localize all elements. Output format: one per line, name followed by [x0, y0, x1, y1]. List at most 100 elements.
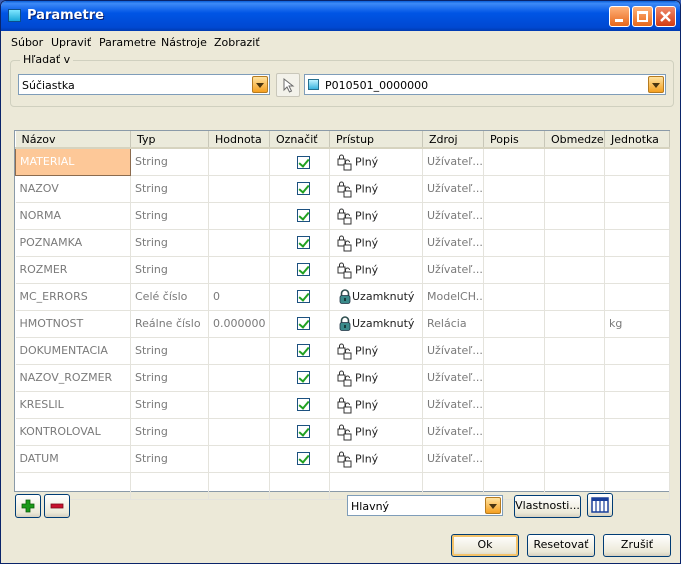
cell-source[interactable]: Užívateľ... — [422, 256, 484, 284]
menu-view[interactable]: Zobraziť — [214, 36, 260, 49]
table-row[interactable]: NORMA String Plný Užívateľ... — [15, 202, 670, 230]
cell-restriction[interactable] — [544, 283, 605, 311]
cell-unit[interactable]: kg — [604, 310, 670, 338]
add-parameter-button[interactable] — [15, 494, 41, 518]
cell-restriction[interactable] — [544, 229, 605, 257]
designate-checkbox[interactable] — [297, 263, 310, 277]
cell-value[interactable] — [208, 364, 270, 392]
table-row[interactable]: DATUM String Plný Užívateľ... — [15, 445, 670, 473]
column-header-designate[interactable]: Označiť — [269, 131, 330, 149]
cell-type[interactable]: String — [130, 445, 209, 473]
cell-source[interactable]: Užívateľ... — [422, 337, 484, 365]
cell-source[interactable]: Relácia — [422, 310, 484, 338]
designate-checkbox[interactable] — [297, 209, 310, 223]
cell-unit[interactable] — [604, 391, 670, 419]
cell-restriction[interactable] — [544, 175, 605, 203]
cell-description[interactable] — [483, 391, 545, 419]
menu-edit[interactable]: Upraviť — [51, 36, 91, 49]
cell-source[interactable]: Užívateľ... — [422, 148, 484, 176]
column-header-access[interactable]: Prístup — [329, 131, 423, 149]
cell-source[interactable]: Užívateľ... — [422, 418, 484, 446]
cell-name[interactable]: KONTROLOVAL — [15, 418, 131, 446]
designate-checkbox[interactable] — [297, 317, 310, 331]
ok-button[interactable]: Ok — [451, 534, 519, 557]
cell-type[interactable]: String — [130, 229, 209, 257]
cell-unit[interactable] — [604, 364, 670, 392]
cell-source[interactable]: Užívateľ... — [422, 445, 484, 473]
cell-type[interactable]: String — [130, 148, 209, 176]
cell-name[interactable]: ROZMER — [15, 256, 131, 284]
cell-access[interactable]: Plný — [329, 391, 423, 419]
menu-file[interactable]: Súbor — [11, 36, 43, 49]
cell-restriction[interactable] — [544, 256, 605, 284]
cell-access[interactable]: Plný — [329, 202, 423, 230]
cell-access[interactable]: Uzamknutý — [329, 283, 423, 311]
cell-name[interactable]: MATERIAL — [15, 147, 131, 176]
cell-description[interactable] — [483, 337, 545, 365]
cell-type[interactable]: String — [130, 175, 209, 203]
cell-value[interactable] — [208, 202, 270, 230]
designate-checkbox[interactable] — [297, 425, 310, 439]
filter-select[interactable]: Hlavný — [347, 495, 503, 516]
cell-restriction[interactable] — [544, 202, 605, 230]
cell-name[interactable]: POZNAMKA — [15, 229, 131, 257]
cell-type[interactable]: Celé číslo — [130, 283, 209, 311]
column-header-value[interactable]: Hodnota — [208, 131, 270, 149]
column-header-type[interactable]: Typ — [130, 131, 209, 149]
column-header-description[interactable]: Popis — [483, 131, 545, 149]
cell-access[interactable]: Plný — [329, 256, 423, 284]
maximize-button[interactable] — [632, 6, 653, 27]
cell-value[interactable] — [208, 175, 270, 203]
cell-type[interactable]: String — [130, 202, 209, 230]
designate-checkbox[interactable] — [297, 371, 310, 385]
properties-button[interactable]: Vlastnosti... — [514, 495, 581, 518]
cell-source[interactable]: Užívateľ... — [422, 364, 484, 392]
designate-checkbox[interactable] — [297, 182, 310, 196]
cell-name[interactable]: NAZOV_ROZMER — [15, 364, 131, 392]
reset-button[interactable]: Resetovať — [527, 534, 595, 557]
cell-type[interactable]: String — [130, 256, 209, 284]
designate-checkbox[interactable] — [297, 290, 310, 304]
cell-type[interactable]: String — [130, 364, 209, 392]
close-button[interactable] — [655, 6, 676, 27]
cell-access[interactable]: Plný — [329, 148, 423, 176]
minimize-button[interactable] — [609, 6, 630, 27]
cell-source[interactable]: ModelCH... — [422, 283, 484, 311]
cell-type[interactable]: String — [130, 391, 209, 419]
cell-type[interactable]: String — [130, 418, 209, 446]
cell-restriction[interactable] — [544, 364, 605, 392]
cell-access[interactable]: Uzamknutý — [329, 310, 423, 338]
cell-unit[interactable] — [604, 148, 670, 176]
cell-source[interactable]: Užívateľ... — [422, 175, 484, 203]
designate-checkbox[interactable] — [297, 398, 310, 412]
designate-checkbox[interactable] — [297, 452, 310, 466]
cell-type[interactable]: String — [130, 337, 209, 365]
table-row[interactable]: POZNAMKA String Plný Užívateľ... — [15, 229, 670, 257]
cell-value[interactable] — [208, 391, 270, 419]
select-object-button[interactable] — [276, 73, 300, 97]
cell-restriction[interactable] — [544, 310, 605, 338]
table-row[interactable]: NAZOV_ROZMER String Plný Užívateľ... — [15, 364, 670, 392]
cell-unit[interactable] — [604, 202, 670, 230]
cell-name[interactable]: KRESLIL — [15, 391, 131, 419]
cell-type[interactable]: Reálne číslo — [130, 310, 209, 338]
title-bar[interactable]: Parametre — [1, 1, 680, 31]
cell-description[interactable] — [483, 310, 545, 338]
cell-access[interactable]: Plný — [329, 337, 423, 365]
cell-source[interactable]: Užívateľ... — [422, 391, 484, 419]
cell-value[interactable] — [208, 445, 270, 473]
cell-value[interactable] — [208, 148, 270, 176]
cell-unit[interactable] — [604, 175, 670, 203]
menu-tools[interactable]: Nástroje — [161, 36, 207, 49]
column-header-source[interactable]: Zdroj — [422, 131, 484, 149]
cell-access[interactable]: Plný — [329, 229, 423, 257]
cell-unit[interactable] — [604, 445, 670, 473]
cell-access[interactable]: Plný — [329, 418, 423, 446]
column-header-name[interactable]: Názov — [15, 131, 131, 149]
search-object-select[interactable]: P010501_0000000 — [304, 74, 666, 95]
cell-name[interactable]: DOKUMENTACIA — [15, 337, 131, 365]
chevron-down-icon[interactable] — [485, 497, 501, 514]
cell-name[interactable]: HMOTNOST — [15, 310, 131, 338]
cell-name[interactable]: DATUM — [15, 445, 131, 473]
cell-description[interactable] — [483, 175, 545, 203]
